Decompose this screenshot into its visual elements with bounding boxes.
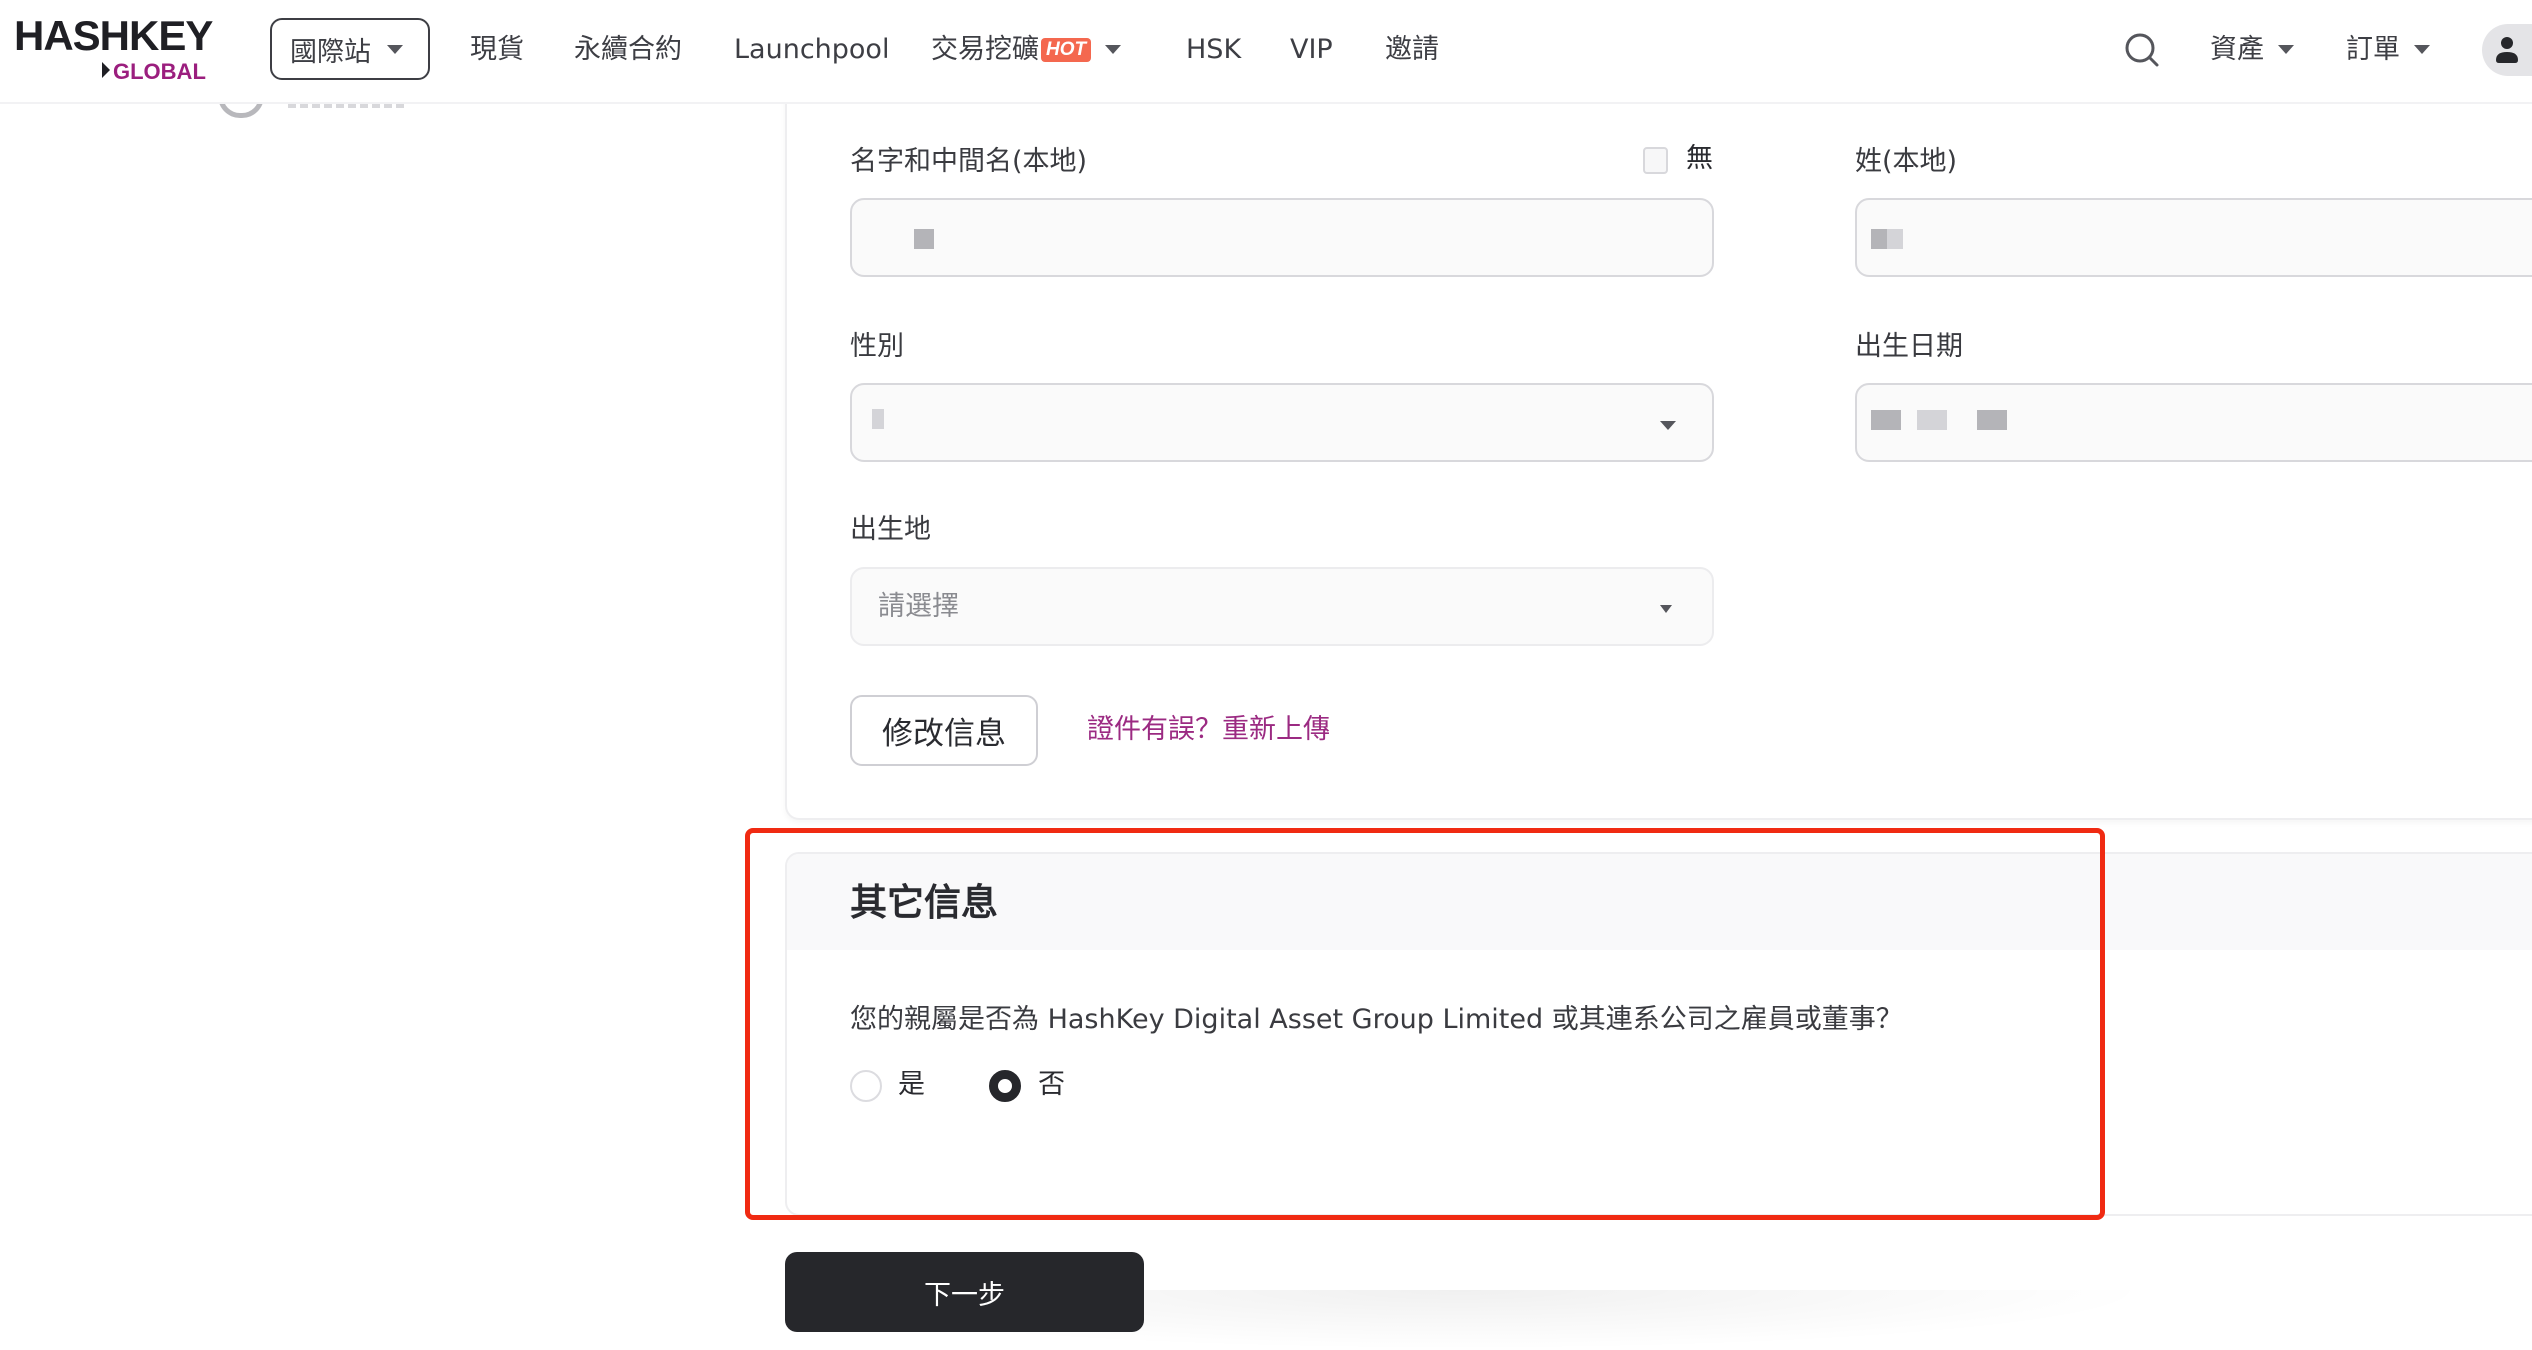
radio-yes-label: 是 — [898, 1069, 925, 1100]
nav-trade-mining[interactable]: 交易挖礦 HOT — [931, 28, 1122, 72]
birth-place-placeholder: 請選擇 — [878, 591, 959, 622]
radio-no-label: 否 — [1038, 1069, 1065, 1100]
logo-subtitle-text: GLOBAL — [113, 59, 206, 84]
redacted-value — [1977, 410, 2007, 430]
avatar[interactable] — [2482, 24, 2532, 76]
assets-menu[interactable]: 資產 — [2210, 28, 2294, 72]
first-middle-name-input[interactable] — [850, 198, 1714, 277]
nav-hsk[interactable]: HSK — [1186, 28, 1241, 72]
birth-place-label: 出生地 — [850, 514, 931, 545]
chevron-down-icon — [387, 44, 403, 54]
nav-launchpool[interactable]: Launchpool — [734, 28, 889, 72]
chevron-down-icon — [1660, 605, 1672, 613]
redacted-value — [872, 409, 884, 429]
search-icon[interactable] — [2124, 32, 2160, 68]
orders-menu[interactable]: 訂單 — [2346, 28, 2430, 72]
gender-select[interactable] — [850, 383, 1714, 462]
last-name-input[interactable] — [1855, 198, 2532, 277]
user-icon — [2496, 37, 2518, 63]
nav-invite[interactable]: 邀請 — [1385, 28, 1439, 72]
radio-yes[interactable] — [850, 1070, 882, 1102]
redacted-value — [1871, 229, 1887, 249]
edit-info-button[interactable]: 修改信息 — [850, 695, 1038, 766]
hot-badge: HOT — [1041, 38, 1092, 62]
chevron-down-icon — [2414, 45, 2430, 54]
nav-vip[interactable]: VIP — [1290, 28, 1333, 72]
first-middle-name-label: 名字和中間名(本地) — [850, 146, 1088, 177]
radio-no[interactable] — [989, 1070, 1021, 1102]
gender-label: 性別 — [850, 331, 904, 362]
top-nav-bar: HASHKEY GLOBAL 國際站 現貨 永續合約 Launchpool 交易… — [0, 0, 2532, 104]
logo-wordmark: HASHKEY — [14, 12, 213, 59]
site-selector-label: 國際站 — [290, 36, 371, 68]
birth-date-label: 出生日期 — [1855, 331, 1963, 362]
orders-menu-label: 訂單 — [2346, 34, 2400, 65]
chevron-down-icon — [1105, 45, 1122, 54]
nav-trade-mining-label: 交易挖礦 — [931, 34, 1039, 65]
redacted-value — [1871, 410, 1901, 430]
last-name-label: 姓(本地) — [1855, 146, 1958, 177]
other-info-header: 其它信息 — [787, 854, 2532, 950]
site-selector-button[interactable]: 國際站 — [270, 18, 430, 80]
logo-subtitle: GLOBAL — [102, 60, 206, 84]
other-info-title: 其它信息 — [850, 881, 998, 924]
reupload-document-link[interactable]: 證件有誤？重新上傳 — [1087, 712, 1330, 748]
redacted-value — [1887, 229, 1903, 249]
birth-place-select[interactable]: 請選擇 — [850, 567, 1714, 646]
birth-date-input[interactable] — [1855, 383, 2532, 462]
assets-menu-label: 資產 — [2210, 34, 2264, 65]
nav-spot[interactable]: 現貨 — [470, 28, 524, 72]
no-middle-name-checkbox[interactable] — [1643, 147, 1668, 174]
redacted-value — [1917, 410, 1947, 430]
relative-employee-question: 您的親屬是否為 HashKey Digital Asset Group Limi… — [850, 1004, 1903, 1035]
next-step-button[interactable]: 下一步 — [785, 1252, 1144, 1332]
hashkey-global-logo[interactable]: HASHKEY GLOBAL — [14, 14, 224, 86]
play-triangle-icon — [102, 62, 110, 78]
chevron-down-icon — [2278, 45, 2294, 54]
chevron-down-icon — [1660, 421, 1676, 430]
redacted-value — [914, 229, 934, 249]
nav-perpetual[interactable]: 永續合約 — [574, 28, 682, 72]
no-middle-name-label: 無 — [1686, 143, 1713, 174]
